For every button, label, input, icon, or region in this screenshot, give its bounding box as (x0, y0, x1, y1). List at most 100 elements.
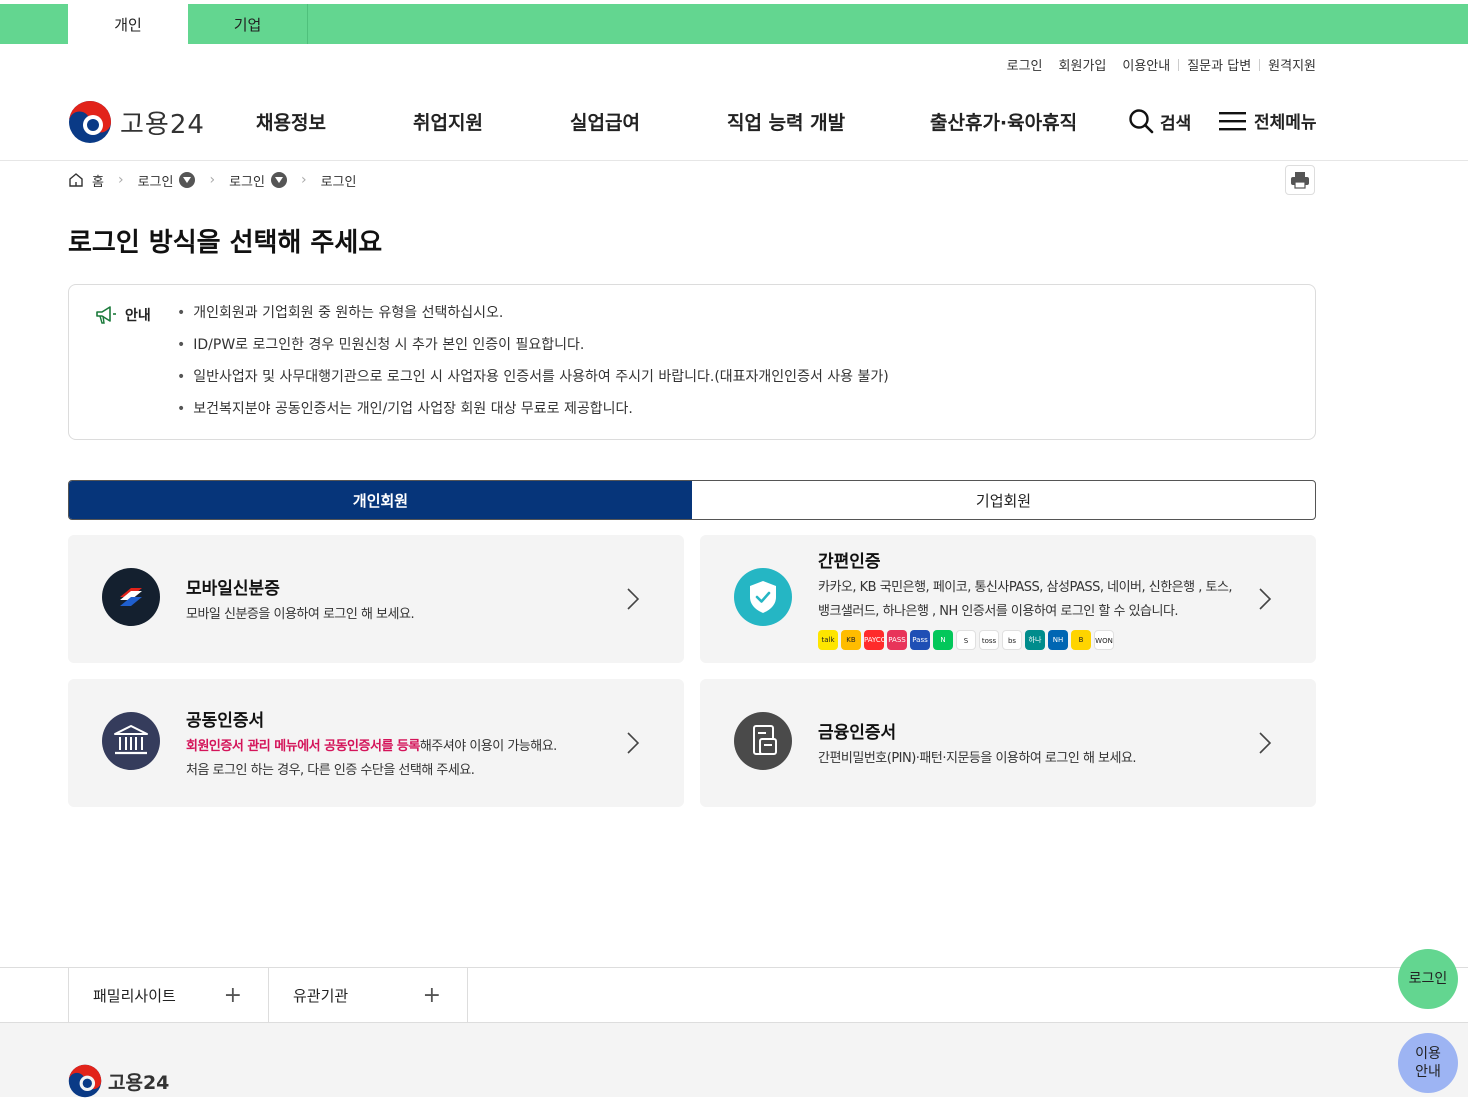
mobile-id-login-card[interactable]: 모바일신분증 모바일 신분증을 이용하여 로그인 해 보세요. (68, 535, 684, 663)
pass-icon: PASS (887, 630, 907, 650)
breadcrumb-separator-icon: › (300, 172, 307, 188)
util-signup-link[interactable]: 회원가입 (1051, 55, 1115, 74)
shinhan-icon: S (956, 630, 976, 650)
print-icon (1291, 172, 1309, 189)
card-title: 모바일신분증 (186, 579, 280, 599)
breadcrumb-level2[interactable]: 로그인 (229, 171, 265, 190)
chevron-down-icon[interactable] (270, 172, 287, 188)
family-site-dropdown[interactable]: 패밀리사이트 + (68, 968, 268, 1022)
breadcrumb-level1[interactable]: 로그인 (138, 171, 174, 190)
footer-logo: 고용24 (68, 1064, 169, 1098)
chevron-right-icon (1259, 588, 1272, 610)
tab-personal[interactable]: 개인 (68, 4, 188, 44)
breadcrumb-current: 로그인 (320, 174, 357, 190)
home-icon[interactable] (68, 172, 84, 188)
gnb-jobs[interactable]: 채용정보 (256, 108, 326, 135)
taegeuk-logo-icon (68, 1064, 102, 1098)
tab-company-member[interactable]: 기업회원 (692, 481, 1315, 519)
site-logo[interactable]: 고용24 (68, 100, 205, 144)
chevron-right-icon (1259, 732, 1272, 754)
breadcrumb-separator-icon: › (209, 172, 216, 188)
gnb-unemployment-benefit[interactable]: 실업급여 (570, 108, 640, 135)
breadcrumb-separator-icon: › (117, 172, 124, 188)
family-site-label: 패밀리사이트 (93, 986, 176, 1005)
banksalad-icon: bs (1002, 630, 1022, 650)
util-guide-link[interactable]: 이용안내 (1114, 55, 1178, 74)
notice-item: 개인회원과 기업회원 중 원하는 유형을 선택하십시오. (177, 303, 889, 335)
card-desc-line2: 뱅크샐러드, 하나은행 , NH 인증서를 이용하여 로그인 할 수 있습니다. (818, 604, 1179, 619)
util-qna-link[interactable]: 질문과 답변 (1179, 55, 1259, 74)
card-desc-rest: 해주셔야 이용이 가능해요. (419, 739, 557, 754)
gnb-employment-support[interactable]: 취업지원 (413, 108, 483, 135)
notice-item: 보건복지분야 공동인증서는 개인/기업 사업장 회원 대상 무료로 제공합니다. (177, 399, 889, 431)
card-desc: 간편비밀번호(PIN)·패턴·지문등을 이용하여 로그인 해 보세요. (818, 751, 1137, 766)
floating-login-button[interactable]: 로그인 (1398, 949, 1458, 1009)
search-button[interactable]: 검색 (1128, 108, 1191, 134)
card-title: 간편인증 (818, 552, 881, 572)
breadcrumb: 홈 › 로그인 › 로그인 › 로그인 (68, 170, 356, 190)
bank-building-icon (102, 712, 160, 770)
related-agency-label: 유관기관 (293, 986, 349, 1005)
finance-certificate-login-card[interactable]: 금융인증서 간편비밀번호(PIN)·패턴·지문등을 이용하여 로그인 해 보세요… (700, 679, 1316, 807)
top-bar: 개인 기업 (0, 4, 1468, 44)
notice-item: ID/PW로 로그인한 경우 민원신청 시 추가 본인 인증이 필요합니다. (177, 335, 889, 367)
simple-auth-login-card[interactable]: 간편인증 카카오, KB 국민은행, 페이코, 통신사PASS, 삼성PASS,… (700, 535, 1316, 663)
kb-icon: KB (841, 630, 861, 650)
all-menu-label: 전체메뉴 (1254, 113, 1317, 133)
chevron-down-icon[interactable] (179, 172, 196, 188)
floating-guide-button[interactable]: 이용 안내 (1398, 1033, 1458, 1093)
util-remote-link[interactable]: 원격지원 (1260, 55, 1316, 74)
print-button[interactable] (1285, 165, 1315, 195)
tab-personal-member[interactable]: 개인회원 (69, 481, 692, 519)
header-divider (0, 160, 1468, 161)
card-desc-line2: 처음 로그인 하는 경우, 다른 인증 수단을 선택해 주세요. (186, 763, 475, 778)
breadcrumb-home[interactable]: 홈 (92, 171, 104, 190)
gnb-parental-leave[interactable]: 출산휴가·육아휴직 (930, 108, 1077, 135)
hana-icon: 하나 (1025, 630, 1045, 650)
samsung-pass-icon: Pass (910, 630, 930, 650)
footer-logo-text: 고용24 (108, 1071, 170, 1094)
naver-icon: N (933, 630, 953, 650)
kakao-icon: talk (818, 630, 838, 650)
card-desc-line1: 회원인증서 관리 메뉴에서 공동인증서를 등록해주셔야 이용이 가능해요. (186, 735, 557, 759)
megaphone-icon (96, 306, 116, 324)
related-agency-dropdown[interactable]: 유관기관 + (268, 968, 468, 1022)
notice-head: 안내 (95, 305, 151, 325)
card-title: 공동인증서 (186, 711, 265, 731)
all-menu-button[interactable]: 전체메뉴 (1218, 108, 1317, 133)
taegeuk-logo-icon (69, 101, 111, 143)
joint-certificate-login-card[interactable]: 공동인증서 회원인증서 관리 메뉴에서 공동인증서를 등록해주셔야 이용이 가능… (68, 679, 684, 807)
gnb-skills-development[interactable]: 직업 능력 개발 (727, 108, 845, 135)
mobile-id-icon (102, 568, 160, 626)
util-login-link[interactable]: 로그인 (999, 55, 1051, 74)
shield-check-icon (734, 568, 792, 626)
plus-icon: + (223, 982, 242, 1008)
footer (0, 1022, 1468, 1097)
provider-icon-row: talk KB PAYCO PASS Pass N Stoss bs 하나 NH B WON (818, 630, 1114, 650)
member-type-tabs: 개인회원 기업회원 (68, 480, 1316, 520)
plus-icon: + (422, 982, 441, 1008)
notice-list: 개인회원과 기업회원 중 원하는 유형을 선택하십시오. ID/PW로 로그인한… (177, 303, 889, 431)
nh-icon: NH (1048, 630, 1068, 650)
utility-links: 로그인 회원가입 이용안내 질문과 답변 원격지원 (999, 55, 1316, 74)
hamburger-icon (1219, 111, 1246, 130)
card-desc-line1: 카카오, KB 국민은행, 페이코, 통신사PASS, 삼성PASS, 네이버,… (818, 580, 1233, 595)
tab-company[interactable]: 기업 (188, 4, 308, 44)
notice-item: 일반사업자 및 사무대행기관으로 로그인 시 사업자용 인증서를 사용하여 주시… (177, 367, 888, 399)
card-desc: 모바일 신분증을 이용하여 로그인 해 보세요. (186, 607, 415, 622)
logo-text: 고용24 (120, 109, 205, 140)
page-title: 로그인 방식을 선택해 주세요 (68, 228, 383, 258)
woori-icon: WON (1094, 630, 1114, 650)
document-icon (734, 712, 792, 770)
toss-icon: toss (979, 630, 999, 650)
card-title: 금융인증서 (818, 723, 897, 743)
notice-box: 안내 개인회원과 기업회원 중 원하는 유형을 선택하십시오. ID/PW로 로… (68, 284, 1316, 440)
search-icon (1129, 109, 1154, 134)
payco-icon: PAYCO (864, 630, 884, 650)
register-notice-text: 회원인증서 관리 메뉴에서 공동인증서를 등록 (186, 739, 420, 754)
b-icon: B (1071, 630, 1091, 650)
chevron-right-icon (627, 588, 640, 610)
chevron-right-icon (627, 732, 640, 754)
notice-label: 안내 (125, 308, 151, 324)
search-label: 검색 (1160, 113, 1192, 134)
